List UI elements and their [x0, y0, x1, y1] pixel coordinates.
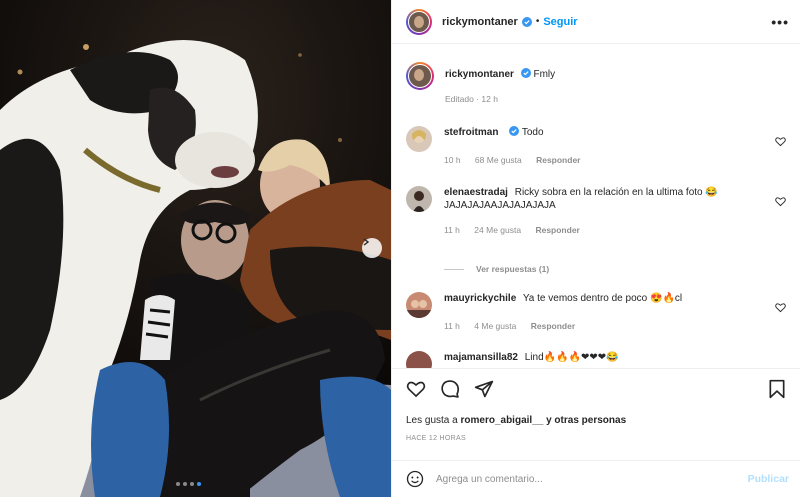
comment-item: mauyrickychile Ya te vemos dentro de poc… — [406, 292, 786, 331]
reply-button[interactable]: Responder — [535, 225, 579, 235]
comment-item: stefroitman Todo 10 h 68 Me gusta Respon… — [406, 126, 786, 165]
caption-avatar[interactable] — [406, 62, 434, 90]
comment-username[interactable]: mauyrickychile — [444, 293, 516, 304]
comment-time: 11 h — [444, 225, 460, 235]
comment-likes[interactable]: 24 Me gusta — [474, 225, 521, 235]
carousel-dot — [190, 482, 194, 486]
follow-button[interactable]: Seguir — [543, 16, 577, 28]
separator: • — [535, 16, 540, 27]
reply-button[interactable]: Responder — [536, 155, 580, 165]
more-options-icon[interactable]: ••• — [771, 14, 789, 30]
comment-username[interactable]: stefroitman — [444, 127, 498, 138]
likes-user[interactable]: romero_abigail__ — [461, 415, 544, 426]
post-photo[interactable] — [0, 0, 391, 497]
caption-username[interactable]: rickymontaner — [445, 69, 514, 80]
verified-icon — [509, 126, 520, 136]
add-comment-bar: Publicar — [392, 460, 800, 497]
caption-text: Fmly — [533, 69, 556, 80]
comments-list[interactable]: rickymontaner Fmly Editado · 12 h stefro… — [392, 44, 800, 368]
like-comment-heart-icon[interactable] — [775, 302, 786, 313]
comment-time: 11 h — [444, 321, 460, 331]
likes-prefix: Les gusta a — [406, 415, 458, 426]
comment-likes[interactable]: 68 Me gusta — [475, 155, 522, 165]
comment-text: Lind🔥🔥🔥❤❤❤😂 — [524, 352, 619, 363]
comment-username[interactable]: majamansilla82 — [444, 352, 518, 363]
carousel-dots — [176, 482, 201, 486]
commenter-avatar[interactable] — [406, 126, 432, 152]
carousel-dot-active — [197, 482, 201, 486]
comment-item: elenaestradaj Ricky sobra en la relación… — [406, 186, 786, 235]
post-caption: rickymontaner Fmly Editado · 12 h — [406, 62, 555, 104]
comment-input[interactable] — [436, 473, 726, 485]
post-time-ago: HACE 12 HORAS — [406, 435, 466, 442]
comment-text: Todo — [521, 127, 544, 138]
publish-button[interactable]: Publicar — [748, 473, 789, 485]
replies-divider — [444, 268, 464, 270]
author-avatar[interactable] — [406, 8, 432, 35]
like-comment-heart-icon[interactable] — [775, 136, 786, 147]
emoji-icon[interactable] — [406, 470, 424, 488]
carousel-dot — [183, 482, 187, 486]
next-slide-button[interactable] — [362, 238, 382, 258]
instagram-post: rickymontaner • Seguir ••• rickymontaner — [0, 0, 800, 497]
bookmark-icon[interactable] — [767, 379, 787, 399]
commenter-avatar[interactable] — [406, 351, 432, 368]
comment-username[interactable]: elenaestradaj — [444, 187, 508, 198]
comment-item: majamansilla82 Lind🔥🔥🔥❤❤❤😂 — [406, 351, 786, 368]
post-details-panel: rickymontaner • Seguir ••• rickymontaner — [391, 0, 800, 497]
commenter-avatar[interactable] — [406, 186, 432, 212]
post-header: rickymontaner • Seguir ••• — [392, 0, 800, 44]
chevron-right-icon — [363, 238, 370, 246]
verified-icon — [521, 16, 532, 27]
commenter-avatar[interactable] — [406, 292, 432, 318]
caption-meta: Editado · 12 h — [445, 94, 498, 104]
share-icon[interactable] — [474, 379, 494, 399]
reply-button[interactable]: Responder — [531, 321, 575, 331]
comment-text: Ya te vemos dentro de poco 😍🔥cl — [522, 293, 683, 304]
comment-likes[interactable]: 4 Me gusta — [474, 321, 516, 331]
view-replies-button[interactable]: Ver respuestas (1) — [444, 264, 549, 274]
comment-time: 10 h — [444, 155, 461, 165]
author-username[interactable]: rickymontaner — [442, 16, 518, 28]
photo-image — [0, 0, 391, 497]
comment-icon[interactable] — [440, 379, 460, 399]
verified-icon — [520, 68, 531, 78]
view-replies-label: Ver respuestas (1) — [476, 264, 550, 274]
likes-suffix[interactable]: y otras personas — [546, 415, 626, 426]
like-comment-heart-icon[interactable] — [775, 196, 786, 207]
likes-summary[interactable]: Les gusta a romero_abigail__ y otras per… — [406, 415, 626, 426]
carousel-dot — [176, 482, 180, 486]
heart-icon[interactable] — [406, 379, 426, 399]
